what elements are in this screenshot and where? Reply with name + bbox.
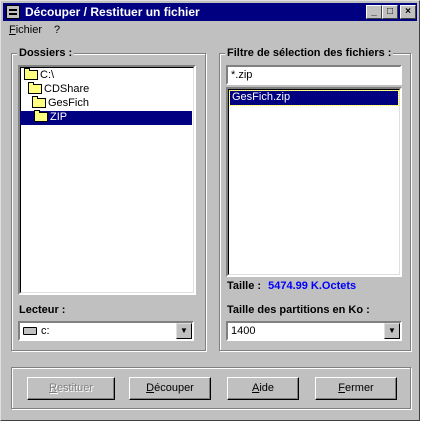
- drive-select[interactable]: c: ▼: [18, 321, 194, 341]
- size-label: Taille :: [227, 280, 262, 292]
- maximize-icon: □: [386, 6, 394, 17]
- app-window: Découper / Restituer un fichier _ □ × Fi…: [0, 0, 420, 421]
- menu-fichier[interactable]: Fichier: [9, 24, 42, 36]
- close-button[interactable]: Fermer: [315, 377, 397, 400]
- folders-label: Dossiers :: [17, 47, 75, 59]
- open-folder-icon: [28, 82, 42, 95]
- size-value: 5474.99 K.Octets: [268, 280, 357, 292]
- partition-value: 1400: [231, 325, 256, 337]
- app-icon[interactable]: [6, 5, 20, 19]
- tree-item-cdshare[interactable]: CDShare: [28, 82, 89, 97]
- tree-item-zip[interactable]: ZIP: [20, 110, 192, 125]
- open-folder-icon: [24, 68, 38, 81]
- folder-tree[interactable]: C:\ CDShare GesFich ZIP: [18, 65, 196, 295]
- title-bar[interactable]: Découper / Restituer un fichier _ □ ×: [3, 3, 417, 21]
- tree-item-gesfich[interactable]: GesFich: [32, 96, 89, 111]
- filter-label: Filtre de sélection des fichiers :: [225, 47, 394, 59]
- split-button[interactable]: Découper: [129, 377, 211, 400]
- minimize-button[interactable]: _: [366, 5, 382, 19]
- maximize-button[interactable]: □: [382, 5, 398, 19]
- chevron-down-icon[interactable]: ▼: [384, 323, 400, 339]
- close-icon: ×: [405, 6, 411, 17]
- partition-label: Taille des partitions en Ko :: [227, 304, 370, 316]
- list-item[interactable]: GesFich.zip: [229, 90, 399, 106]
- drive-label: Lecteur :: [19, 304, 66, 316]
- drive-value: c:: [41, 325, 50, 337]
- open-folder-icon: [32, 96, 46, 109]
- help-button[interactable]: Aide: [227, 377, 299, 400]
- minimize-icon: _: [371, 6, 377, 17]
- filter-input[interactable]: *.zip: [226, 65, 402, 85]
- restore-button[interactable]: Restituer: [27, 377, 115, 400]
- close-window-button[interactable]: ×: [400, 5, 416, 19]
- chevron-down-icon[interactable]: ▼: [176, 323, 192, 339]
- size-row: Taille : 5474.99 K.Octets: [227, 280, 356, 292]
- open-folder-icon: [34, 110, 48, 123]
- menu-bar: Fichier ?: [3, 22, 417, 38]
- partition-select[interactable]: 1400 ▼: [226, 321, 402, 341]
- file-list[interactable]: GesFich.zip: [226, 87, 402, 277]
- drive-icon: [23, 327, 37, 336]
- menu-help[interactable]: ?: [54, 24, 60, 36]
- tree-item-c[interactable]: C:\: [24, 68, 54, 83]
- window-title: Découper / Restituer un fichier: [25, 5, 200, 19]
